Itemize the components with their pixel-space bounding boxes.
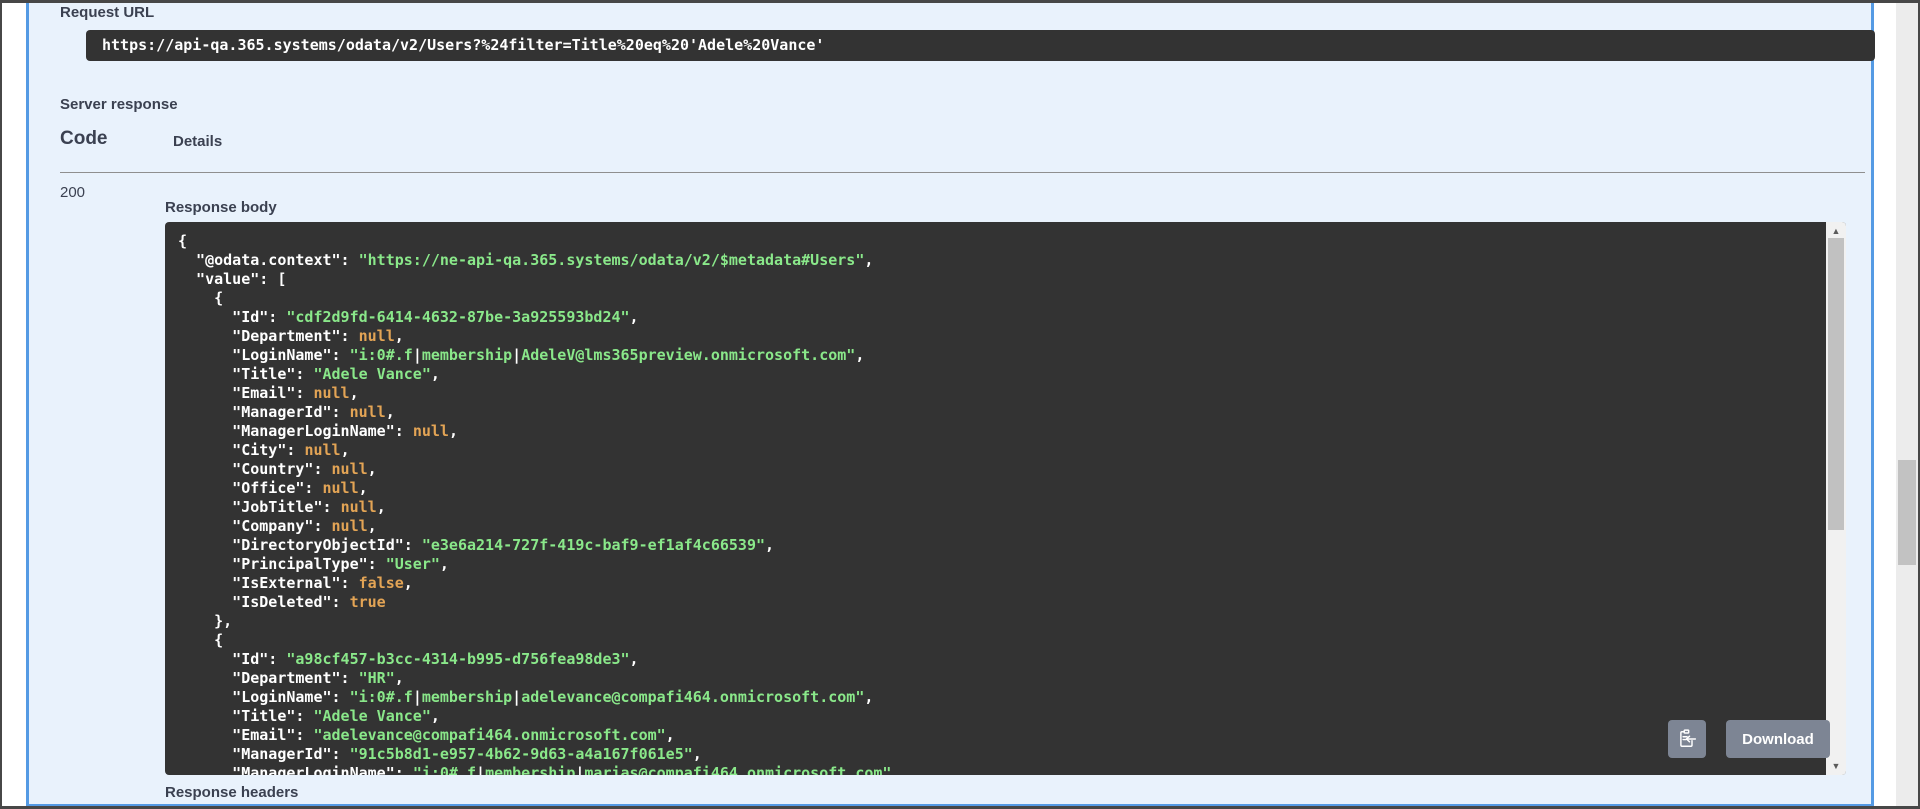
response-body-line: "Title": "Adele Vance", bbox=[178, 707, 1826, 726]
scroll-down-icon[interactable]: ▼ bbox=[1826, 759, 1846, 773]
swagger-ui-page: Request URL https://api-qa.365.systems/o… bbox=[0, 0, 1920, 809]
response-body-line: "ManagerId": null, bbox=[178, 403, 1826, 422]
response-body-line: { bbox=[178, 631, 1826, 650]
response-body-line: "LoginName": "i:0#.f|membership|AdeleV@l… bbox=[178, 346, 1826, 365]
response-body-line: "value": [ bbox=[178, 270, 1826, 289]
response-body-line: "Id": "a98cf457-b3cc-4314-b995-d756fea98… bbox=[178, 650, 1826, 669]
response-body-line: }, bbox=[178, 612, 1826, 631]
response-body-line: "City": null, bbox=[178, 441, 1826, 460]
request-url-label: Request URL bbox=[60, 4, 154, 21]
details-column-header: Details bbox=[173, 133, 222, 150]
response-headers-label: Response headers bbox=[165, 784, 298, 801]
copy-to-clipboard-icon bbox=[1677, 729, 1697, 749]
download-button[interactable]: Download bbox=[1726, 720, 1830, 758]
window-border-top bbox=[0, 0, 1920, 3]
response-body-line: "ManagerLoginName": null, bbox=[178, 422, 1826, 441]
operation-panel: Request URL https://api-qa.365.systems/o… bbox=[26, 3, 1874, 806]
response-body-line: "Email": null, bbox=[178, 384, 1826, 403]
response-body-line: "Office": null, bbox=[178, 479, 1826, 498]
response-body-line: "PrincipalType": "User", bbox=[178, 555, 1826, 574]
status-code: 200 bbox=[60, 184, 85, 201]
response-body-line: "JobTitle": null, bbox=[178, 498, 1826, 517]
response-body-line: "Department": "HR", bbox=[178, 669, 1826, 688]
response-body-line: "IsDeleted": true bbox=[178, 593, 1826, 612]
response-body-line: { bbox=[178, 232, 1826, 251]
response-body-line: "Department": null, bbox=[178, 327, 1826, 346]
scroll-up-icon[interactable]: ▲ bbox=[1826, 224, 1846, 238]
response-body-line: "@odata.context": "https://ne-api-qa.365… bbox=[178, 251, 1826, 270]
response-body-line: "ManagerId": "91c5b8d1-e957-4b62-9d63-a4… bbox=[178, 745, 1826, 764]
copy-to-clipboard-button[interactable] bbox=[1668, 720, 1706, 758]
response-body-line: "Email": "adelevance@compafi464.onmicros… bbox=[178, 726, 1826, 745]
request-url-value: https://api-qa.365.systems/odata/v2/User… bbox=[86, 30, 1875, 61]
response-body-line: "ManagerLoginName": "i:0#.f|membership|m… bbox=[178, 764, 1826, 775]
response-body-code[interactable]: { "@odata.context": "https://ne-api-qa.3… bbox=[165, 222, 1826, 775]
response-body-line: { bbox=[178, 289, 1826, 308]
code-scrollbar[interactable]: ▲ ▼ bbox=[1826, 222, 1846, 775]
response-body-line: "Id": "cdf2d9fd-6414-4632-87be-3a925593b… bbox=[178, 308, 1826, 327]
code-scrollbar-thumb[interactable] bbox=[1828, 238, 1844, 530]
response-body-line: "DirectoryObjectId": "e3e6a214-727f-419c… bbox=[178, 536, 1826, 555]
response-body-line: "Title": "Adele Vance", bbox=[178, 365, 1826, 384]
response-body-line: "Company": null, bbox=[178, 517, 1826, 536]
code-column-header: Code bbox=[60, 128, 108, 150]
table-header-divider bbox=[60, 172, 1865, 173]
page-scrollbar[interactable] bbox=[1896, 3, 1918, 806]
page-scrollbar-thumb[interactable] bbox=[1898, 460, 1916, 565]
response-body-line: "Country": null, bbox=[178, 460, 1826, 479]
response-body-block: { "@odata.context": "https://ne-api-qa.3… bbox=[165, 222, 1846, 775]
response-body-line: "LoginName": "i:0#.f|membership|adelevan… bbox=[178, 688, 1826, 707]
response-body-line: "IsExternal": false, bbox=[178, 574, 1826, 593]
response-body-label: Response body bbox=[165, 199, 277, 216]
server-response-label: Server response bbox=[60, 96, 178, 113]
window-border-left bbox=[0, 0, 2, 809]
